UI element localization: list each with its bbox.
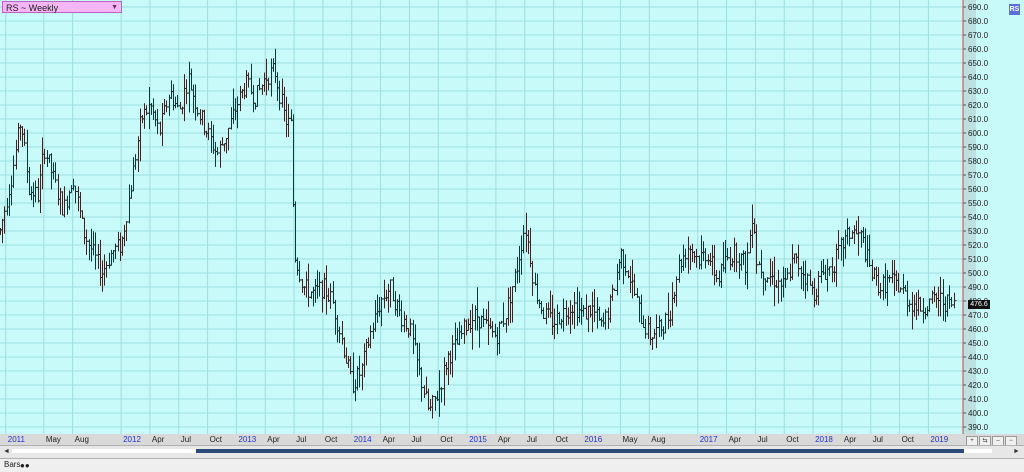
x-tick-label: 2015: [469, 435, 487, 444]
x-tick-label: Oct: [325, 435, 338, 444]
scroll-thumb[interactable]: [196, 449, 964, 453]
bars-label: Bars: [4, 460, 21, 469]
x-tick-label: Jul: [296, 435, 306, 444]
x-tick-label: Apr: [729, 435, 742, 444]
y-tick-label: 410.0: [968, 395, 989, 404]
y-tick-label: 460.0: [968, 325, 989, 334]
x-tick-label: Oct: [440, 435, 453, 444]
x-tick-label: 2013: [238, 435, 256, 444]
x-tick-label: Jul: [181, 435, 191, 444]
x-tick-label: Apr: [152, 435, 165, 444]
y-tick-label: 590.0: [968, 143, 989, 152]
chart-settings-icon[interactable]: RS: [1009, 4, 1020, 15]
x-tick-label: Apr: [267, 435, 280, 444]
x-tick-label: Oct: [210, 435, 223, 444]
y-tick-label: 470.0: [968, 311, 989, 320]
y-tick-label: 430.0: [968, 367, 989, 376]
x-tick-label: Aug: [75, 435, 89, 444]
y-tick-label: 650.0: [968, 59, 989, 68]
y-tick-label: 490.0: [968, 283, 989, 292]
y-tick-label: 620.0: [968, 101, 989, 110]
y-tick-label: 500.0: [968, 269, 989, 278]
last-price-tag: 476.6: [968, 300, 990, 309]
y-tick-label: 400.0: [968, 409, 989, 418]
x-tick-label: May: [622, 435, 637, 444]
y-tick-label: 690.0: [968, 3, 989, 12]
y-tick-label: 600.0: [968, 129, 989, 138]
y-tick-label: 670.0: [968, 31, 989, 40]
bars-toggle-icon[interactable]: ●●: [20, 461, 30, 470]
x-tick-label: 2014: [354, 435, 372, 444]
x-tick-label: Aug: [651, 435, 665, 444]
x-tick-label: Oct: [902, 435, 915, 444]
chart-window: 390.0 400.0 410.0 420.0 430.0 440.0 450.0 460.0…: [0, 0, 1024, 472]
x-tick-label: Oct: [786, 435, 799, 444]
y-tick-label: 390.0: [968, 423, 989, 432]
y-tick-label: 450.0: [968, 339, 989, 348]
symbol-label: RS ~ Weekly: [6, 3, 59, 13]
y-tick-label: 440.0: [968, 353, 989, 362]
x-tick-label: Oct: [556, 435, 569, 444]
x-tick-label: 2019: [930, 435, 948, 444]
x-tick-label: 2018: [815, 435, 833, 444]
y-tick-label: 420.0: [968, 381, 989, 390]
y-tick-label: 660.0: [968, 45, 989, 54]
y-tick-label: 530.0: [968, 227, 989, 236]
x-tick-label: Apr: [498, 435, 511, 444]
y-tick-label: 540.0: [968, 213, 989, 222]
chevron-down-icon[interactable]: ▼: [111, 2, 118, 14]
y-tick-label: 520.0: [968, 241, 989, 250]
y-tick-label: 580.0: [968, 157, 989, 166]
x-tick-label: 2012: [123, 435, 141, 444]
x-tick-label: Jul: [527, 435, 537, 444]
time-scrollbar[interactable]: ◄ ►: [0, 445, 1024, 459]
x-tick-label: May: [46, 435, 61, 444]
x-tick-label: Jul: [873, 435, 883, 444]
x-tick-label: Apr: [383, 435, 396, 444]
y-tick-label: 570.0: [968, 171, 989, 180]
x-tick-label: 2011: [8, 435, 26, 444]
x-tick-label: 2017: [700, 435, 718, 444]
chart-canvas: 390.0 400.0 410.0 420.0 430.0 440.0 450.0 460.0…: [0, 0, 989, 444]
y-tick-label: 560.0: [968, 185, 989, 194]
scroll-left-icon[interactable]: ◄: [2, 447, 11, 456]
y-tick-label: 610.0: [968, 115, 989, 124]
x-tick-label: 2016: [584, 435, 602, 444]
y-tick-label: 680.0: [968, 17, 989, 26]
x-tick-label: Jul: [411, 435, 421, 444]
symbol-selector[interactable]: RS ~ Weekly ▼: [2, 1, 122, 13]
x-tick-label: Jul: [757, 435, 767, 444]
scroll-right-icon[interactable]: ►: [1012, 447, 1021, 456]
x-tick-label: Apr: [844, 435, 857, 444]
status-bar: Bars ●●: [0, 458, 1024, 472]
y-tick-label: 550.0: [968, 199, 989, 208]
y-tick-label: 640.0: [968, 73, 989, 82]
y-tick-label: 510.0: [968, 255, 989, 264]
y-tick-label: 630.0: [968, 87, 989, 96]
